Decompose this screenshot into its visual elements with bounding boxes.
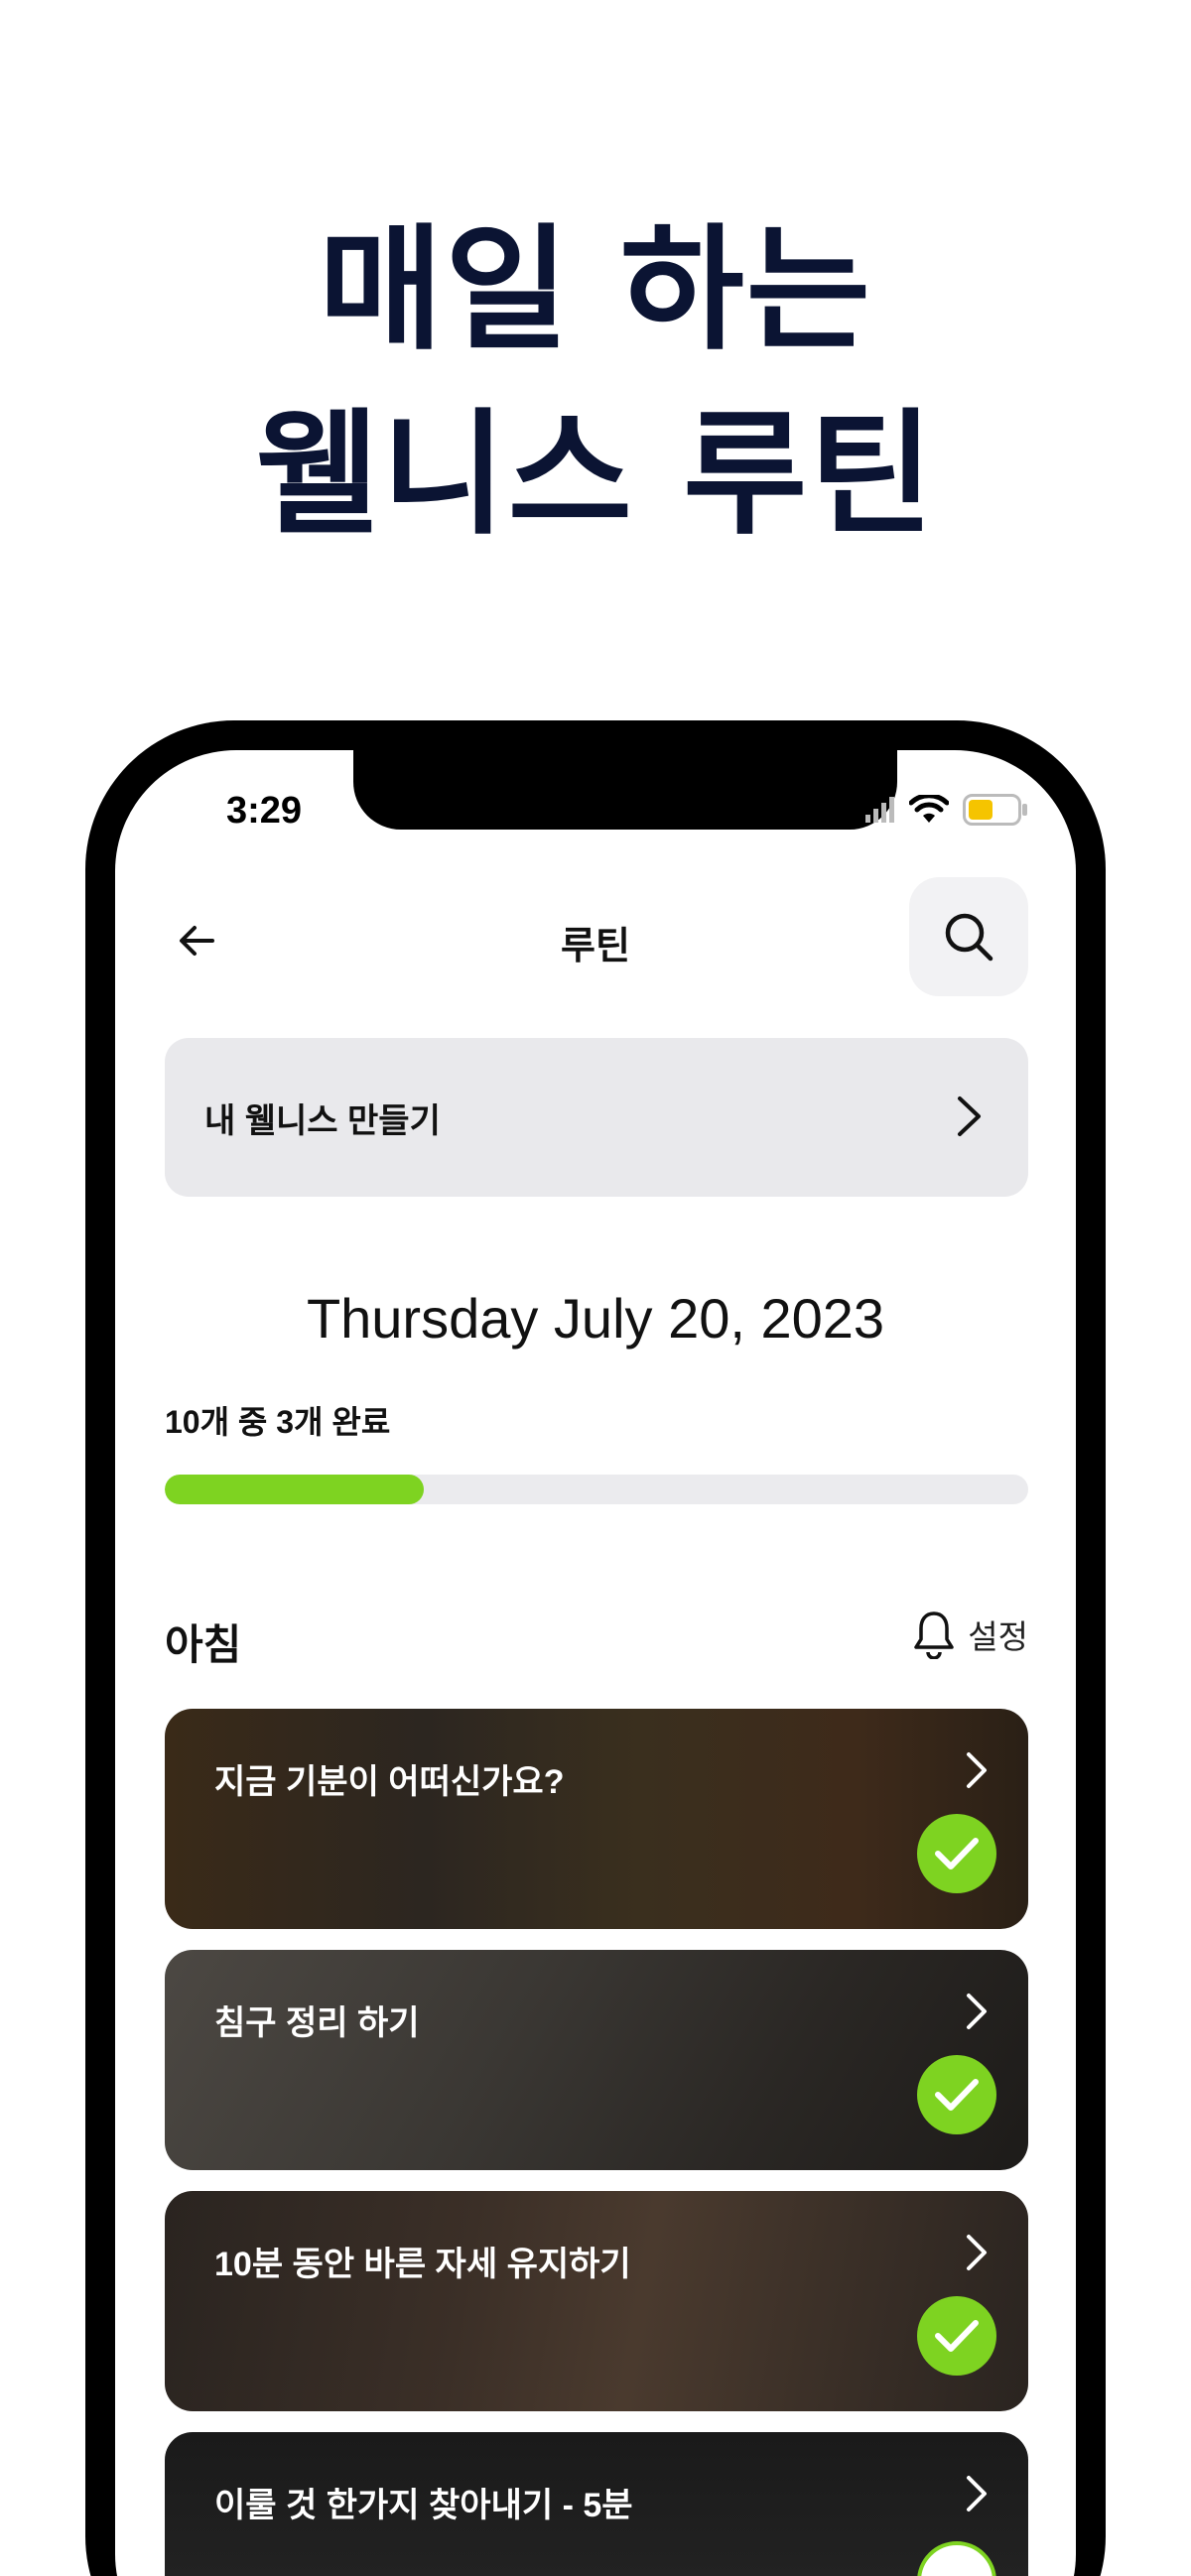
chevron-right-icon	[967, 2235, 987, 2270]
battery-icon	[963, 794, 1028, 831]
phone-frame: 3:29 루틴 내 웰니스 만들기 Thursday July 20, 2023…	[85, 720, 1106, 2576]
hero-heading: 매일 하는 웰니스 루틴	[0, 198, 1191, 568]
section-setting-button[interactable]: 설정	[912, 1610, 1028, 1659]
current-date: Thursday July 20, 2023	[306, 1287, 885, 1350]
status-icons	[865, 793, 1028, 831]
hero-line-1: 매일 하는	[319, 212, 872, 369]
routine-card[interactable]: 10분 동안 바른 자세 유지하기	[165, 2191, 1028, 2411]
completed-check-button[interactable]	[917, 1814, 996, 1893]
check-icon	[935, 1838, 979, 1869]
progress-text: 10개 중 3개 완료	[165, 1404, 391, 1440]
routine-title: 10분 동안 바른 자세 유지하기	[214, 2246, 631, 2283]
progress-bar	[165, 1475, 1028, 1504]
chevron-right-icon	[967, 1752, 987, 1788]
chevron-right-icon	[967, 2476, 987, 2512]
chevron-right-icon	[967, 1994, 987, 2029]
incomplete-check-button[interactable]	[917, 2541, 996, 2576]
make-wellness-label: 내 웰니스 만들기	[204, 1102, 441, 1140]
search-icon	[945, 913, 993, 962]
chevron-right-icon	[958, 1096, 981, 1136]
routine-card[interactable]: 침구 정리 하기	[165, 1950, 1028, 2170]
signal-icon	[865, 797, 895, 828]
bell-icon	[914, 1611, 955, 1659]
phone-screen: 3:29 루틴 내 웰니스 만들기 Thursday July 20, 2023…	[115, 750, 1076, 2576]
completed-check-button[interactable]	[917, 2296, 996, 2376]
phone-notch	[353, 750, 897, 830]
hero-line-2: 웰니스 루틴	[255, 397, 936, 554]
routine-card[interactable]: 지금 기분이 어떠신가요?	[165, 1709, 1028, 1929]
wifi-icon	[908, 793, 950, 830]
progress-fill	[165, 1475, 424, 1504]
status-time: 3:29	[226, 790, 303, 832]
routine-title: 침구 정리 하기	[214, 2004, 420, 2042]
setting-label: 설정	[968, 1618, 1028, 1655]
completed-check-button[interactable]	[917, 2055, 996, 2134]
check-icon	[935, 2320, 979, 2352]
make-wellness-card[interactable]: 내 웰니스 만들기	[165, 1038, 1028, 1197]
section-title: 아침	[165, 1621, 242, 1668]
check-icon	[935, 2079, 979, 2111]
routine-card[interactable]: 이룰 것 한가지 찾아내기 - 5분	[165, 2432, 1028, 2576]
routine-title: 이룰 것 한가지 찾아내기 - 5분	[214, 2487, 633, 2524]
nav-bar: 루틴	[115, 875, 1076, 1004]
search-button[interactable]	[909, 877, 1028, 996]
routine-title: 지금 기분이 어떠신가요?	[214, 1763, 565, 1801]
